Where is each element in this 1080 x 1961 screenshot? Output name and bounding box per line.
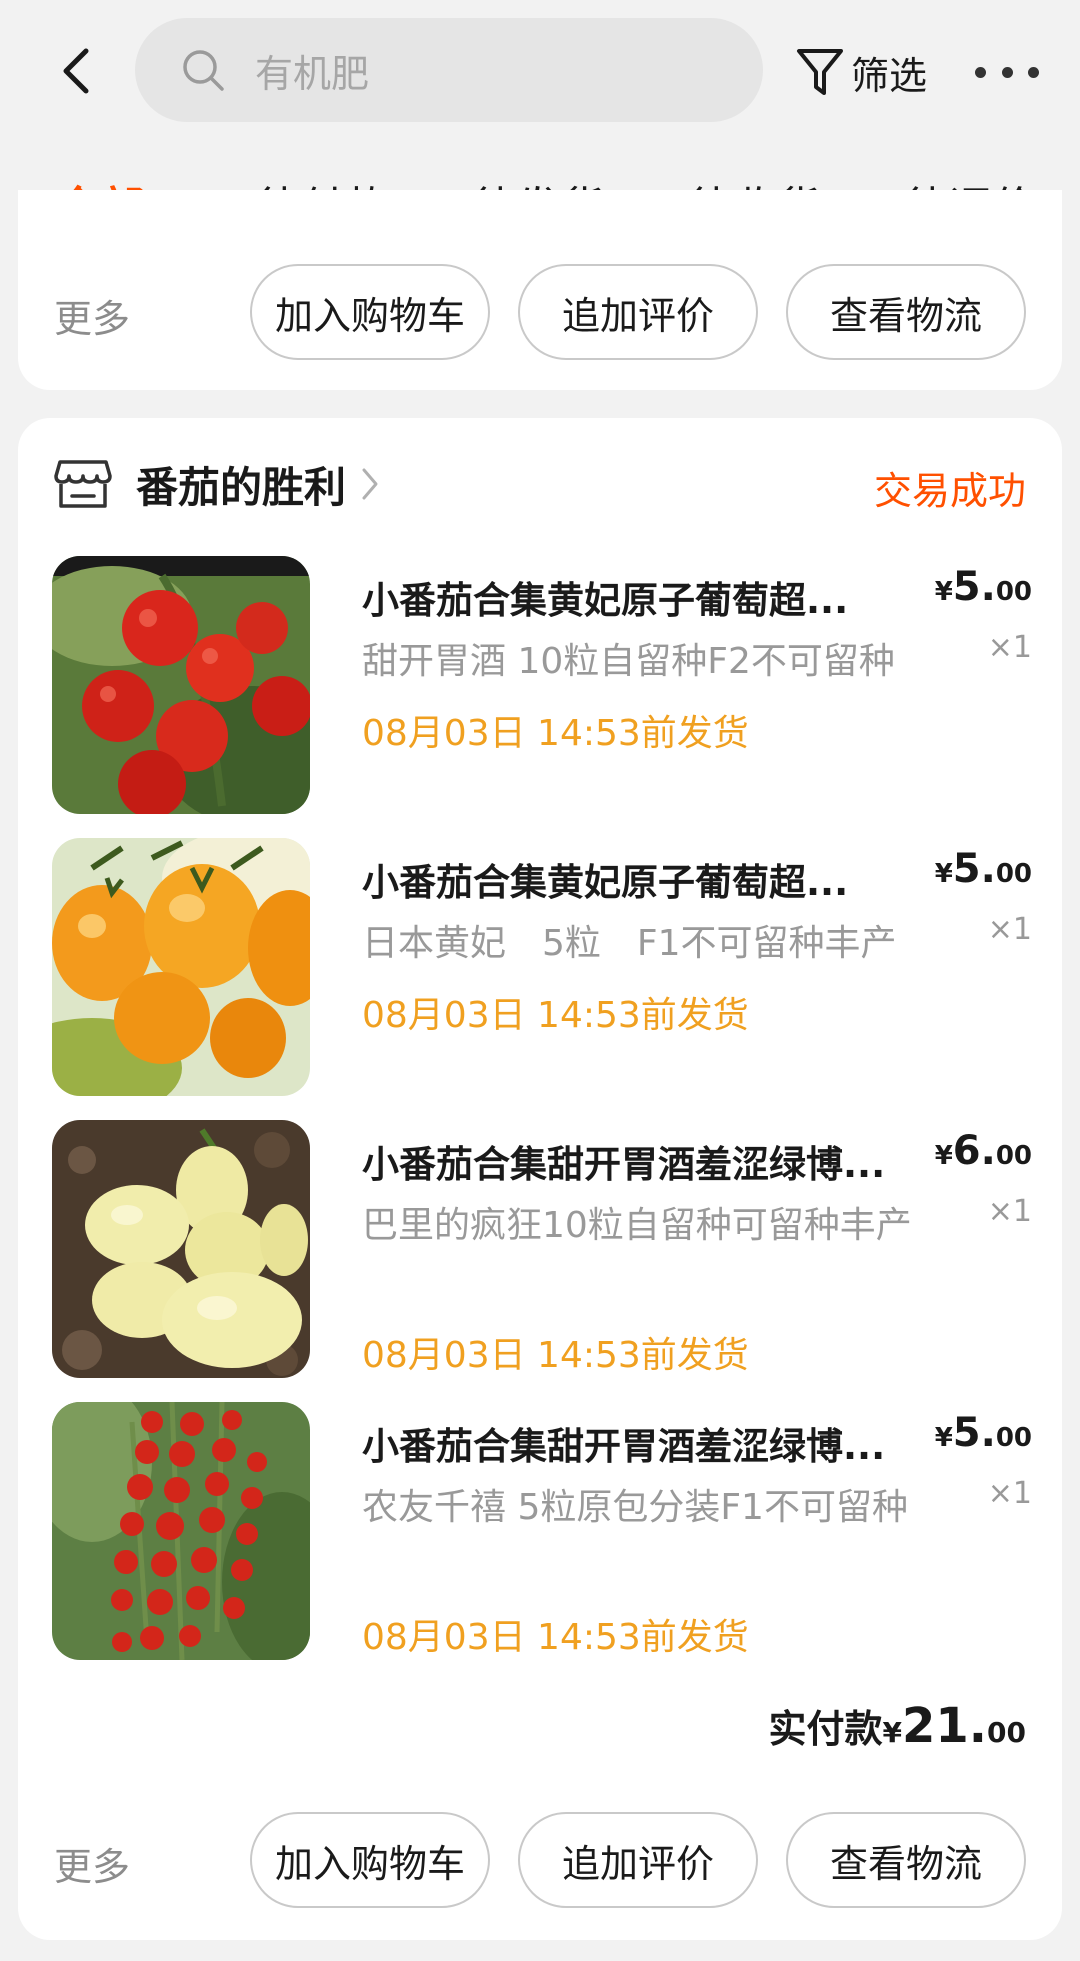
store-icon — [54, 460, 112, 508]
more-dots-icon — [975, 66, 986, 78]
price-decimal: 00 — [995, 1423, 1032, 1453]
order-item[interactable]: 小番茄合集甜开胃酒羞涩绿博... 农友千禧 5粒原包分装F1不可留种 08月03… — [52, 1402, 1032, 1718]
order-item[interactable]: 小番茄合集甜开胃酒羞涩绿博... 巴里的疯狂10粒自留种可留种丰产 08月03日… — [52, 1120, 1032, 1436]
product-title: 小番茄合集黄妃原子葡萄超... — [362, 861, 849, 904]
product-quantity: ×1 — [987, 912, 1032, 947]
currency-symbol: ¥ — [934, 859, 953, 889]
add-to-cart-button[interactable]: 加入购物车 — [250, 264, 490, 360]
product-quantity: ×1 — [987, 1476, 1032, 1511]
currency-symbol: ¥ — [934, 1141, 953, 1171]
price-decimal: 00 — [995, 1141, 1032, 1171]
product-price: ¥ 5. 00 — [935, 564, 1032, 610]
price-integer: 6. — [952, 1128, 996, 1174]
currency-symbol: ¥ — [934, 577, 953, 607]
back-button[interactable] — [50, 46, 100, 96]
more-dot — [1001, 66, 1013, 78]
shop-header[interactable]: 番茄的胜利 — [54, 454, 380, 514]
product-spec: 农友千禧 5粒原包分装F1不可留种 — [362, 1487, 908, 1528]
order-item[interactable]: 小番茄合集黄妃原子葡萄超... 日本黄妃 5粒 F1不可留种丰产 08月03日 … — [52, 838, 1032, 1096]
shipping-deadline: 08月03日 14:53前发货 — [362, 713, 749, 754]
total-currency-symbol: ¥ — [882, 1716, 902, 1749]
product-spec: 甜开胃酒 10粒自留种F2不可留种 — [362, 641, 895, 682]
shop-name: 番茄的胜利 — [136, 462, 347, 512]
product-image[interactable] — [52, 838, 310, 1096]
price-integer: 5. — [952, 564, 996, 610]
red-cherry-tomatoes-image — [52, 556, 310, 814]
red-tomato-cluster-image — [52, 1402, 310, 1660]
chevron-right-icon — [362, 468, 378, 500]
pale-yellow-tomatoes-image — [52, 1120, 310, 1378]
total-integer: 21. — [902, 1698, 988, 1754]
order-item[interactable]: 小番茄合集黄妃原子葡萄超... 甜开胃酒 10粒自留种F2不可留种 08月03日… — [52, 556, 1032, 814]
product-image[interactable] — [52, 1402, 310, 1660]
filter-icon — [797, 49, 843, 95]
product-spec: 巴里的疯狂10粒自留种可留种丰产 — [362, 1205, 912, 1246]
product-title: 小番茄合集甜开胃酒羞涩绿博... — [362, 1425, 886, 1468]
previous-order-card: 更多 加入购物车 追加评价 查看物流 — [18, 190, 1062, 390]
total-label: 实付款 — [768, 1707, 883, 1751]
add-review-button[interactable]: 追加评价 — [518, 1812, 758, 1908]
product-price: ¥ 6. 00 — [935, 1128, 1032, 1174]
price-decimal: 00 — [995, 577, 1032, 607]
currency-symbol: ¥ — [934, 1423, 953, 1453]
product-spec: 日本黄妃 5粒 F1不可留种丰产 — [362, 923, 897, 964]
order-card: 番茄的胜利 交易成功 小番茄合集黄妃原子葡萄超... 甜开胃酒 10粒自留种F2… — [18, 418, 1062, 1940]
orange-cherry-tomatoes-image — [52, 838, 310, 1096]
product-price: ¥ 5. 00 — [935, 846, 1032, 892]
shipping-deadline: 08月03日 14:53前发货 — [362, 1335, 749, 1376]
product-price: ¥ 5. 00 — [935, 1410, 1032, 1456]
add-review-button[interactable]: 追加评价 — [518, 264, 758, 360]
order-actions: 更多 加入购物车 追加评价 查看物流 — [18, 1812, 1062, 1908]
product-image[interactable] — [52, 556, 310, 814]
more-options-button[interactable] — [975, 56, 1039, 88]
product-quantity: ×1 — [987, 1194, 1032, 1229]
search-input[interactable]: 有机肥 — [135, 18, 763, 122]
previous-order-actions: 更多 加入购物车 追加评价 查看物流 — [18, 264, 1062, 360]
shipping-deadline: 08月03日 14:53前发货 — [362, 1617, 749, 1658]
more-link[interactable]: 更多 — [54, 1836, 130, 1891]
product-quantity: ×1 — [987, 630, 1032, 665]
more-dot — [1028, 66, 1039, 78]
price-decimal: 00 — [995, 859, 1032, 889]
view-logistics-button[interactable]: 查看物流 — [786, 1812, 1026, 1908]
view-logistics-button[interactable]: 查看物流 — [786, 264, 1026, 360]
search-placeholder: 有机肥 — [255, 51, 370, 96]
order-status: 交易成功 — [873, 469, 1026, 513]
chevron-left-icon — [63, 48, 89, 94]
product-image[interactable] — [52, 1120, 310, 1378]
more-link[interactable]: 更多 — [54, 288, 130, 343]
total-decimal: 00 — [987, 1716, 1026, 1749]
add-to-cart-button[interactable]: 加入购物车 — [250, 1812, 490, 1908]
product-title: 小番茄合集甜开胃酒羞涩绿博... — [362, 1143, 886, 1186]
shipping-deadline: 08月03日 14:53前发货 — [362, 995, 749, 1036]
price-integer: 5. — [952, 846, 996, 892]
product-title: 小番茄合集黄妃原子葡萄超... — [362, 579, 849, 622]
search-icon — [183, 50, 224, 91]
filter-label: 筛选 — [851, 53, 928, 98]
filter-button[interactable]: 筛选 — [795, 40, 927, 104]
order-total: 实付款 ¥ 21. 00 — [769, 1698, 1027, 1754]
price-integer: 5. — [952, 1410, 996, 1456]
